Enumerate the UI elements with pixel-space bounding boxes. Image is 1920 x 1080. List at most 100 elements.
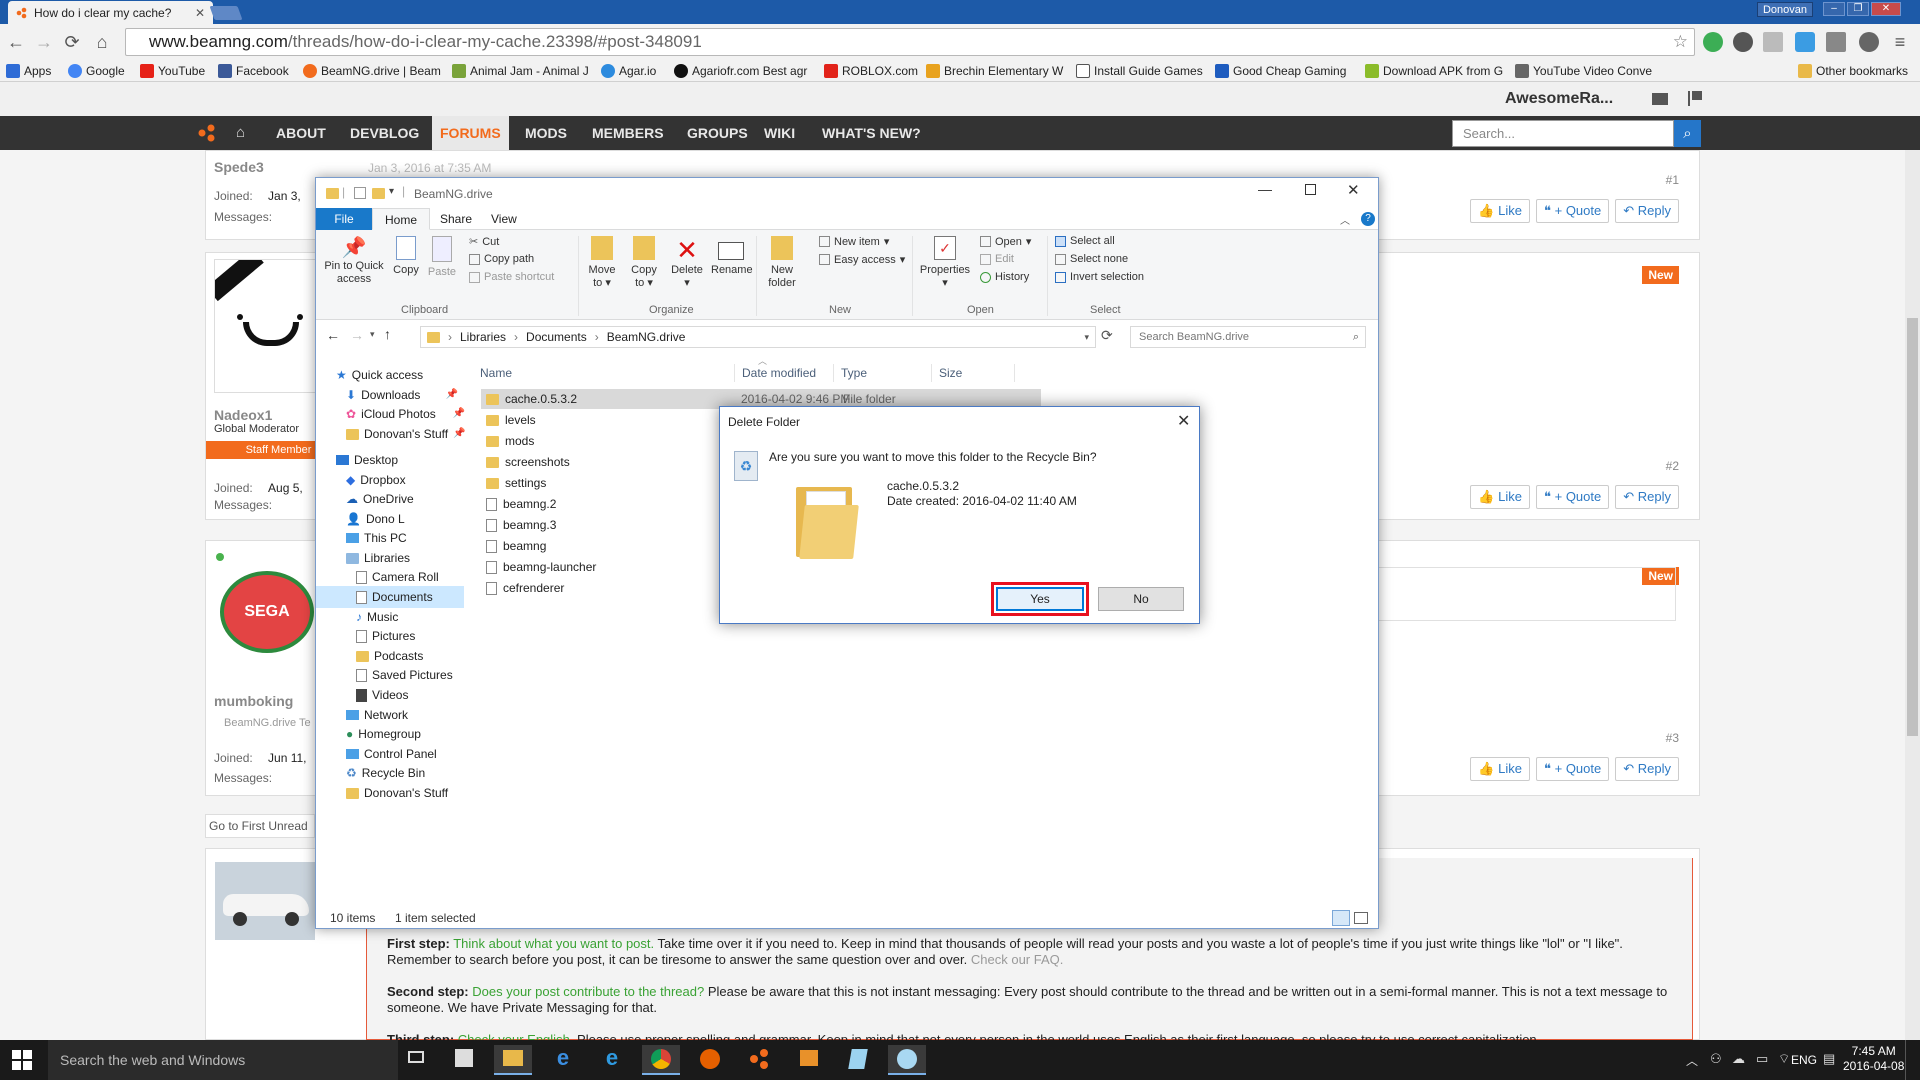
window-close-button[interactable]: ✕ bbox=[1871, 2, 1901, 16]
restore-button[interactable]: ❐ bbox=[1847, 2, 1869, 16]
new-tab-button[interactable] bbox=[209, 6, 243, 20]
bookmark-install-guide[interactable]: Install Guide Games bbox=[1076, 63, 1203, 79]
nav-onedrive[interactable]: ☁ OneDrive bbox=[346, 488, 414, 510]
cloud-extension-icon[interactable] bbox=[1795, 32, 1815, 52]
nav-desktop[interactable]: Desktop bbox=[336, 449, 398, 471]
app-icon[interactable] bbox=[839, 1045, 877, 1075]
refresh-icon[interactable]: ⟳ bbox=[1101, 327, 1113, 344]
file-explorer-taskbar-icon[interactable] bbox=[494, 1045, 532, 1075]
copy-to-button[interactable]: Copy to ▾ bbox=[626, 236, 662, 290]
like-button[interactable]: 👍 Like bbox=[1470, 757, 1530, 781]
yes-button[interactable]: Yes bbox=[991, 582, 1089, 616]
nav-icloud-photos[interactable]: ✿ iCloud Photos 📌 bbox=[346, 403, 465, 425]
quick-reply-box[interactable] bbox=[1376, 567, 1676, 621]
help-icon[interactable]: ? bbox=[1361, 212, 1375, 226]
bookmark-animal-jam[interactable]: Animal Jam - Animal J bbox=[452, 63, 589, 79]
up-arrow-icon[interactable]: ↑ bbox=[384, 326, 391, 342]
tab-share[interactable]: Share bbox=[428, 208, 484, 230]
tab-close-icon[interactable]: ✕ bbox=[195, 6, 205, 20]
nav-donovans-stuff[interactable]: Donovan's Stuff 📌 bbox=[346, 423, 466, 445]
easy-access-button[interactable]: Easy access ▾ bbox=[819, 253, 905, 266]
cloud-tray-icon[interactable]: ☁ bbox=[1732, 1051, 1745, 1067]
nav-forums[interactable]: FORUMS bbox=[432, 116, 509, 150]
profile-extension-icon[interactable] bbox=[1859, 32, 1879, 52]
site-search-input[interactable]: Search... bbox=[1452, 120, 1674, 147]
browser-tab[interactable]: How do i clear my cache? ✕ bbox=[8, 1, 213, 24]
menu-icon[interactable]: ≡ bbox=[1888, 30, 1912, 54]
select-none-button[interactable]: Select none bbox=[1055, 253, 1128, 265]
column-size[interactable]: Size bbox=[935, 364, 1015, 382]
bookmark-star-icon[interactable]: ☆ bbox=[1673, 29, 1688, 55]
reply-button[interactable]: ↶ Reply bbox=[1615, 757, 1679, 781]
paste-shortcut-button[interactable]: Paste shortcut bbox=[469, 271, 554, 283]
quote-button[interactable]: ❝ + Quote bbox=[1536, 757, 1610, 781]
show-desktop-button[interactable] bbox=[1905, 1040, 1920, 1080]
home-nav-icon[interactable]: ⌂ bbox=[236, 124, 245, 141]
chrome-profile-button[interactable]: Donovan bbox=[1757, 2, 1813, 17]
sega-rally-avatar[interactable]: SEGA RALLY bbox=[220, 571, 314, 694]
tab-home[interactable]: Home bbox=[372, 208, 431, 230]
nav-pictures[interactable]: Pictures bbox=[356, 625, 415, 647]
nav-donovans-stuff-2[interactable]: Donovan's Stuff bbox=[346, 782, 448, 804]
cut-button[interactable]: ✂ Cut bbox=[469, 235, 499, 249]
extension-icon-2[interactable] bbox=[1763, 32, 1783, 52]
avatar[interactable] bbox=[214, 259, 316, 393]
collapse-ribbon-icon[interactable]: ︿ bbox=[1340, 212, 1350, 227]
breadcrumb-beamng[interactable]: BeamNG.drive bbox=[607, 327, 686, 347]
like-button[interactable]: 👍 Like bbox=[1470, 199, 1530, 223]
nav-about[interactable]: ABOUT bbox=[268, 116, 334, 150]
post-number[interactable]: #3 bbox=[1666, 731, 1679, 745]
rename-button[interactable]: Rename bbox=[711, 236, 753, 277]
people-icon[interactable]: ⚇ bbox=[1710, 1051, 1722, 1067]
action-center-icon[interactable]: ▤ bbox=[1823, 1051, 1835, 1067]
like-button[interactable]: 👍 Like bbox=[1470, 485, 1530, 509]
copy-button[interactable]: Copy bbox=[390, 236, 422, 277]
delete-button[interactable]: ✕ Delete ▾ bbox=[669, 236, 705, 290]
bookmark-youtube[interactable]: YouTube bbox=[140, 63, 205, 79]
explorer-search-input[interactable]: Search BeamNG.drive ⌕ bbox=[1130, 326, 1366, 348]
file-row[interactable]: screenshots bbox=[486, 452, 570, 472]
bookmark-apps[interactable]: Apps bbox=[6, 63, 51, 79]
bookmark-agario[interactable]: Agar.io bbox=[601, 63, 656, 79]
back-arrow-icon[interactable]: ← bbox=[4, 30, 28, 54]
file-row[interactable]: beamng-launcher bbox=[486, 557, 596, 577]
nav-devblog[interactable]: DEVBLOG bbox=[342, 116, 427, 150]
tab-view[interactable]: View bbox=[479, 208, 529, 230]
windows-start-icon[interactable] bbox=[12, 1050, 32, 1070]
nav-mods[interactable]: MODS bbox=[517, 116, 575, 150]
car-avatar[interactable] bbox=[215, 862, 315, 940]
forward-arrow-icon[interactable]: → bbox=[32, 30, 56, 54]
nav-videos[interactable]: Videos bbox=[356, 684, 408, 706]
other-bookmarks[interactable]: Other bookmarks bbox=[1798, 63, 1908, 79]
bookmark-roblox[interactable]: ROBLOX.com bbox=[824, 63, 918, 79]
nav-this-pc[interactable]: This PC bbox=[346, 527, 407, 549]
bookmark-brechin[interactable]: Brechin Elementary W bbox=[926, 63, 1063, 79]
extension-icon-3[interactable] bbox=[1826, 32, 1846, 52]
new-folder-quick-icon[interactable] bbox=[372, 188, 385, 199]
bookmark-facebook[interactable]: Facebook bbox=[218, 63, 289, 79]
nav-quick-access[interactable]: ★ Quick access bbox=[336, 364, 423, 386]
customize-quick-access-icon[interactable]: ▾ bbox=[389, 186, 394, 197]
clock[interactable]: 7:45 AM 2016-04-08 bbox=[1843, 1044, 1904, 1074]
reply-button[interactable]: ↶ Reply bbox=[1615, 485, 1679, 509]
column-name[interactable]: Name bbox=[476, 364, 735, 382]
post-number[interactable]: #2 bbox=[1666, 459, 1679, 473]
file-row[interactable]: beamng bbox=[486, 536, 546, 556]
file-row[interactable]: cefrenderer bbox=[486, 578, 564, 598]
details-view-icon[interactable] bbox=[1332, 910, 1350, 926]
history-button[interactable]: History bbox=[980, 271, 1029, 283]
reply-button[interactable]: ↶ Reply bbox=[1615, 199, 1679, 223]
tab-file[interactable]: File bbox=[316, 208, 372, 230]
quote-button[interactable]: ❝ + Quote bbox=[1536, 485, 1610, 509]
bookmark-good-cheap-gaming[interactable]: Good Cheap Gaming bbox=[1215, 63, 1346, 79]
search-icon[interactable]: ⌕ bbox=[1674, 120, 1701, 147]
task-view-icon[interactable] bbox=[397, 1045, 435, 1075]
nav-wiki[interactable]: WIKI bbox=[756, 116, 803, 150]
open-button[interactable]: Open ▾ bbox=[980, 235, 1031, 248]
breadcrumb-libraries[interactable]: Libraries bbox=[460, 327, 506, 347]
explorer-title-bar[interactable]: | ▾ | BeamNG.drive — ✕ bbox=[316, 178, 1378, 208]
paste-button[interactable]: Paste bbox=[426, 236, 458, 279]
properties-button[interactable]: ✓ Properties ▾ bbox=[917, 236, 973, 290]
go-first-unread-link[interactable]: Go to First Unread bbox=[205, 814, 315, 838]
chrome-icon[interactable] bbox=[642, 1045, 680, 1075]
